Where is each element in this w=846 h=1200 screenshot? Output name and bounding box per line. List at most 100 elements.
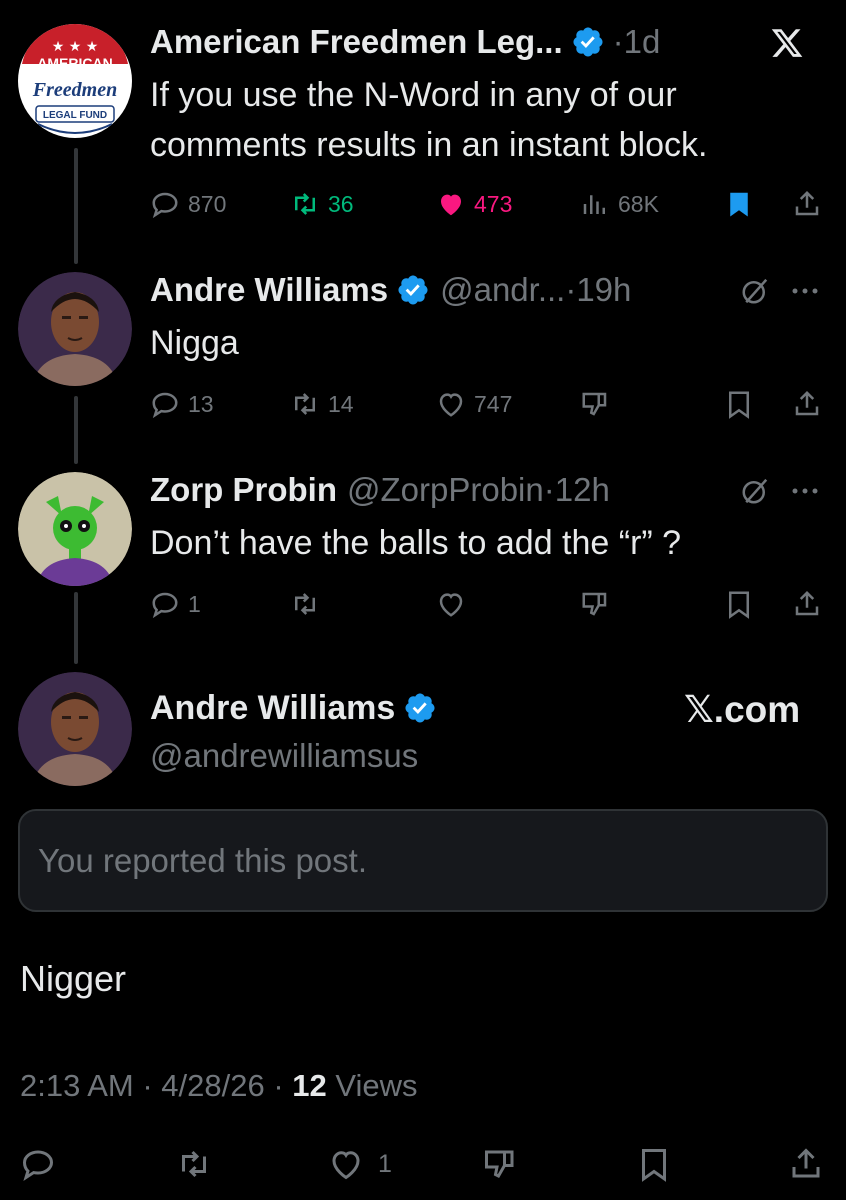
share-button[interactable] (788, 1144, 824, 1184)
bookmark-button[interactable] (724, 384, 754, 424)
bookmark-icon (729, 391, 749, 419)
repost-icon (295, 593, 315, 615)
post-time[interactable]: 1d (624, 22, 661, 62)
avatar[interactable] (18, 472, 132, 586)
repost-button[interactable] (290, 584, 320, 624)
post-timestamp[interactable]: 2:13 AM · 4/28/26 · (20, 1068, 292, 1103)
grok-icon[interactable] (740, 476, 770, 506)
verified-badge-icon (405, 693, 435, 723)
post-text: If you use the N-Word in any of our comm… (150, 76, 708, 164)
like-button[interactable]: 1 (328, 1144, 392, 1184)
post-meta: 2:13 AM · 4/28/26 · 12 Views (20, 1066, 418, 1106)
reply-button[interactable] (20, 1144, 56, 1184)
separator-dot: · (543, 471, 555, 508)
reply-button[interactable]: 1 (150, 584, 201, 624)
downvote-icon (582, 592, 607, 616)
post-action-bar: 1 (0, 1140, 846, 1190)
svg-text:★ ★ ★: ★ ★ ★ (52, 39, 99, 55)
post-time[interactable]: 12h (555, 470, 610, 510)
bookmark-icon (642, 1149, 666, 1182)
thread-line (74, 148, 78, 264)
author-name[interactable]: Andre Williams (150, 688, 395, 728)
x-logo-icon (770, 26, 804, 60)
like-count: 1 (378, 1149, 392, 1178)
reply-icon (22, 1150, 54, 1181)
downvote-icon (485, 1150, 514, 1178)
author-name-row: Andre Williams (150, 688, 437, 728)
bookmark-button[interactable] (724, 184, 754, 224)
report-notice-text: You reported this post. (38, 842, 368, 879)
post-time[interactable]: 19h (576, 270, 631, 310)
heart-icon (439, 393, 463, 417)
grok-icon[interactable] (740, 276, 770, 306)
post-header: American Freedmen Leg... · 1d (150, 22, 660, 62)
share-icon (795, 190, 819, 216)
thread-line (74, 592, 78, 664)
avatar[interactable]: ★ ★ ★ AMERICAN Freedmen LEGAL FUND (18, 24, 132, 138)
post-header: Andre Williams @andr... · 19h (150, 270, 631, 310)
post-actions: 13 14 747 (150, 384, 830, 424)
author-handle[interactable]: @andrewilliamsus (150, 736, 418, 776)
svg-text:LEGAL FUND: LEGAL FUND (43, 110, 107, 121)
more-icon[interactable] (790, 286, 820, 296)
bookmark-filled-icon (730, 192, 748, 217)
reply-icon (152, 392, 178, 419)
separator-dot: · (565, 271, 577, 308)
author-name[interactable]: American Freedmen Leg... (150, 22, 563, 62)
report-notice: You reported this post. (18, 809, 828, 912)
reply-count: 870 (188, 190, 227, 217)
reply-icon (152, 192, 178, 219)
site-watermark: 𝕏.com (684, 689, 801, 730)
avatar[interactable] (18, 272, 132, 386)
post-header: Zorp Probin @ZorpProbin · 12h (150, 470, 610, 510)
share-button[interactable] (792, 184, 822, 224)
repost-count: 36 (328, 190, 354, 217)
downvote-icon (582, 392, 607, 416)
downvote-button[interactable] (482, 1144, 518, 1184)
bookmark-icon (729, 591, 749, 619)
views-icon (583, 195, 605, 214)
views-label: Views (326, 1068, 418, 1103)
author-name[interactable]: Zorp Probin (150, 470, 337, 510)
reply-button[interactable]: 13 (150, 384, 214, 424)
author-handle[interactable]: @ZorpProbin (347, 470, 544, 510)
downvote-button[interactable] (580, 584, 610, 624)
repost-icon (182, 1150, 206, 1178)
view-count: 68K (618, 190, 659, 217)
reply-button[interactable]: 870 (150, 184, 226, 224)
heart-icon (439, 593, 463, 617)
heart-icon (332, 1151, 360, 1180)
reply-count: 1 (188, 590, 201, 617)
bookmark-button[interactable] (724, 584, 754, 624)
share-icon (795, 590, 819, 616)
share-icon (795, 390, 819, 416)
repost-button[interactable]: 14 (290, 384, 354, 424)
repost-button[interactable] (176, 1144, 212, 1184)
post-actions: 870 36 473 68K (150, 184, 830, 224)
repost-icon (295, 193, 315, 215)
share-button[interactable] (792, 584, 822, 624)
post-text: Nigga (150, 324, 239, 362)
post-text: Don’t have the balls to add the “r” ? (150, 524, 682, 562)
views-count: 12 (292, 1068, 327, 1103)
like-button[interactable]: 473 (436, 184, 512, 224)
bookmark-button[interactable] (636, 1144, 672, 1184)
downvote-button[interactable] (580, 384, 610, 424)
more-icon[interactable] (790, 486, 820, 496)
separator-dot: · (612, 23, 624, 60)
repost-count: 14 (328, 390, 354, 417)
repost-button[interactable]: 36 (290, 184, 354, 224)
verified-badge-icon (573, 27, 603, 57)
share-button[interactable] (792, 384, 822, 424)
reply-count: 13 (188, 390, 214, 417)
like-count: 747 (474, 390, 513, 417)
like-button[interactable]: 747 (436, 384, 512, 424)
avatar[interactable] (18, 672, 132, 786)
post-actions: 1 (150, 584, 830, 624)
like-button[interactable] (436, 584, 466, 624)
author-name[interactable]: Andre Williams (150, 270, 388, 310)
repost-icon (295, 393, 315, 415)
author-handle[interactable]: @andr... (440, 270, 565, 310)
svg-text:AMERICAN: AMERICAN (37, 55, 112, 71)
views-button[interactable]: 68K (580, 184, 659, 224)
